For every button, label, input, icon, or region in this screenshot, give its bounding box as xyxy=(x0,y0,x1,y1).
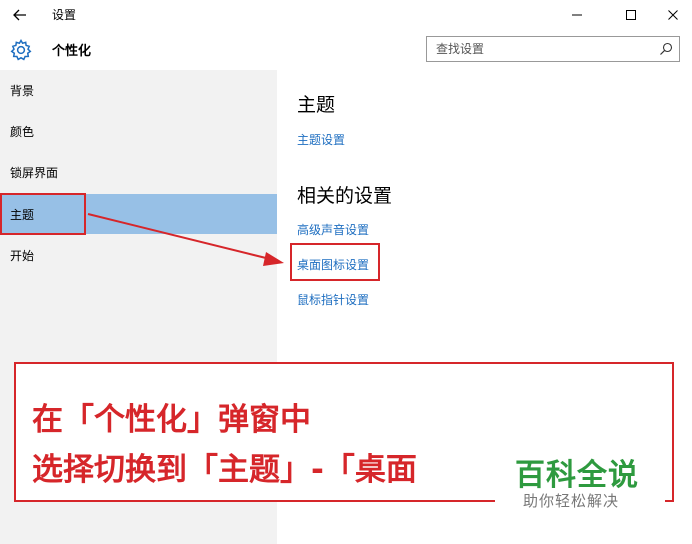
window-title: 设置 xyxy=(52,8,77,22)
watermark-main: 百科全说 xyxy=(515,458,639,493)
mouse-pointer-settings-link[interactable]: 鼠标指针设置 xyxy=(297,291,369,308)
theme-settings-link[interactable]: 主题设置 xyxy=(297,131,345,148)
search-box[interactable] xyxy=(426,36,680,62)
settings-header: 个性化 xyxy=(0,30,692,70)
advanced-sound-settings-link[interactable]: 高级声音设置 xyxy=(297,221,369,238)
highlight-box-desktop-icon xyxy=(290,243,380,281)
sidebar-item-label: 锁屏界面 xyxy=(10,165,59,180)
back-arrow-icon xyxy=(13,9,26,21)
sidebar-item-background[interactable]: 背景 xyxy=(0,70,277,110)
search-icon[interactable] xyxy=(659,42,673,56)
watermark-sub: 助你轻松解决 xyxy=(523,492,620,510)
highlight-box-theme xyxy=(0,193,86,235)
banner-line-2: 选择切换到「主题」-「桌面 xyxy=(32,452,417,488)
theme-heading: 主题 xyxy=(297,94,336,116)
related-settings-heading: 相关的设置 xyxy=(297,185,393,207)
maximize-icon xyxy=(626,10,636,20)
gear-icon xyxy=(10,39,32,61)
sidebar-item-label: 颜色 xyxy=(10,124,35,139)
sidebar-item-label: 背景 xyxy=(10,83,35,98)
search-input[interactable] xyxy=(427,37,653,61)
maximize-button[interactable] xyxy=(608,0,654,30)
sidebar-item-start[interactable]: 开始 xyxy=(0,235,277,275)
sidebar-item-label: 开始 xyxy=(10,248,35,263)
banner-line-1: 在「个性化」弹窗中 xyxy=(32,402,311,438)
page-title: 个性化 xyxy=(52,44,92,59)
sidebar-item-colors[interactable]: 颜色 xyxy=(0,111,277,151)
close-icon xyxy=(668,10,678,20)
watermark: 百科全说 助你轻松解决 xyxy=(495,438,665,520)
title-bar: 设置 xyxy=(0,0,692,30)
sidebar-item-lockscreen[interactable]: 锁屏界面 xyxy=(0,152,277,192)
close-button[interactable] xyxy=(650,0,692,30)
back-button[interactable] xyxy=(8,3,32,27)
minimize-button[interactable] xyxy=(554,0,600,30)
minimize-icon xyxy=(572,14,582,16)
